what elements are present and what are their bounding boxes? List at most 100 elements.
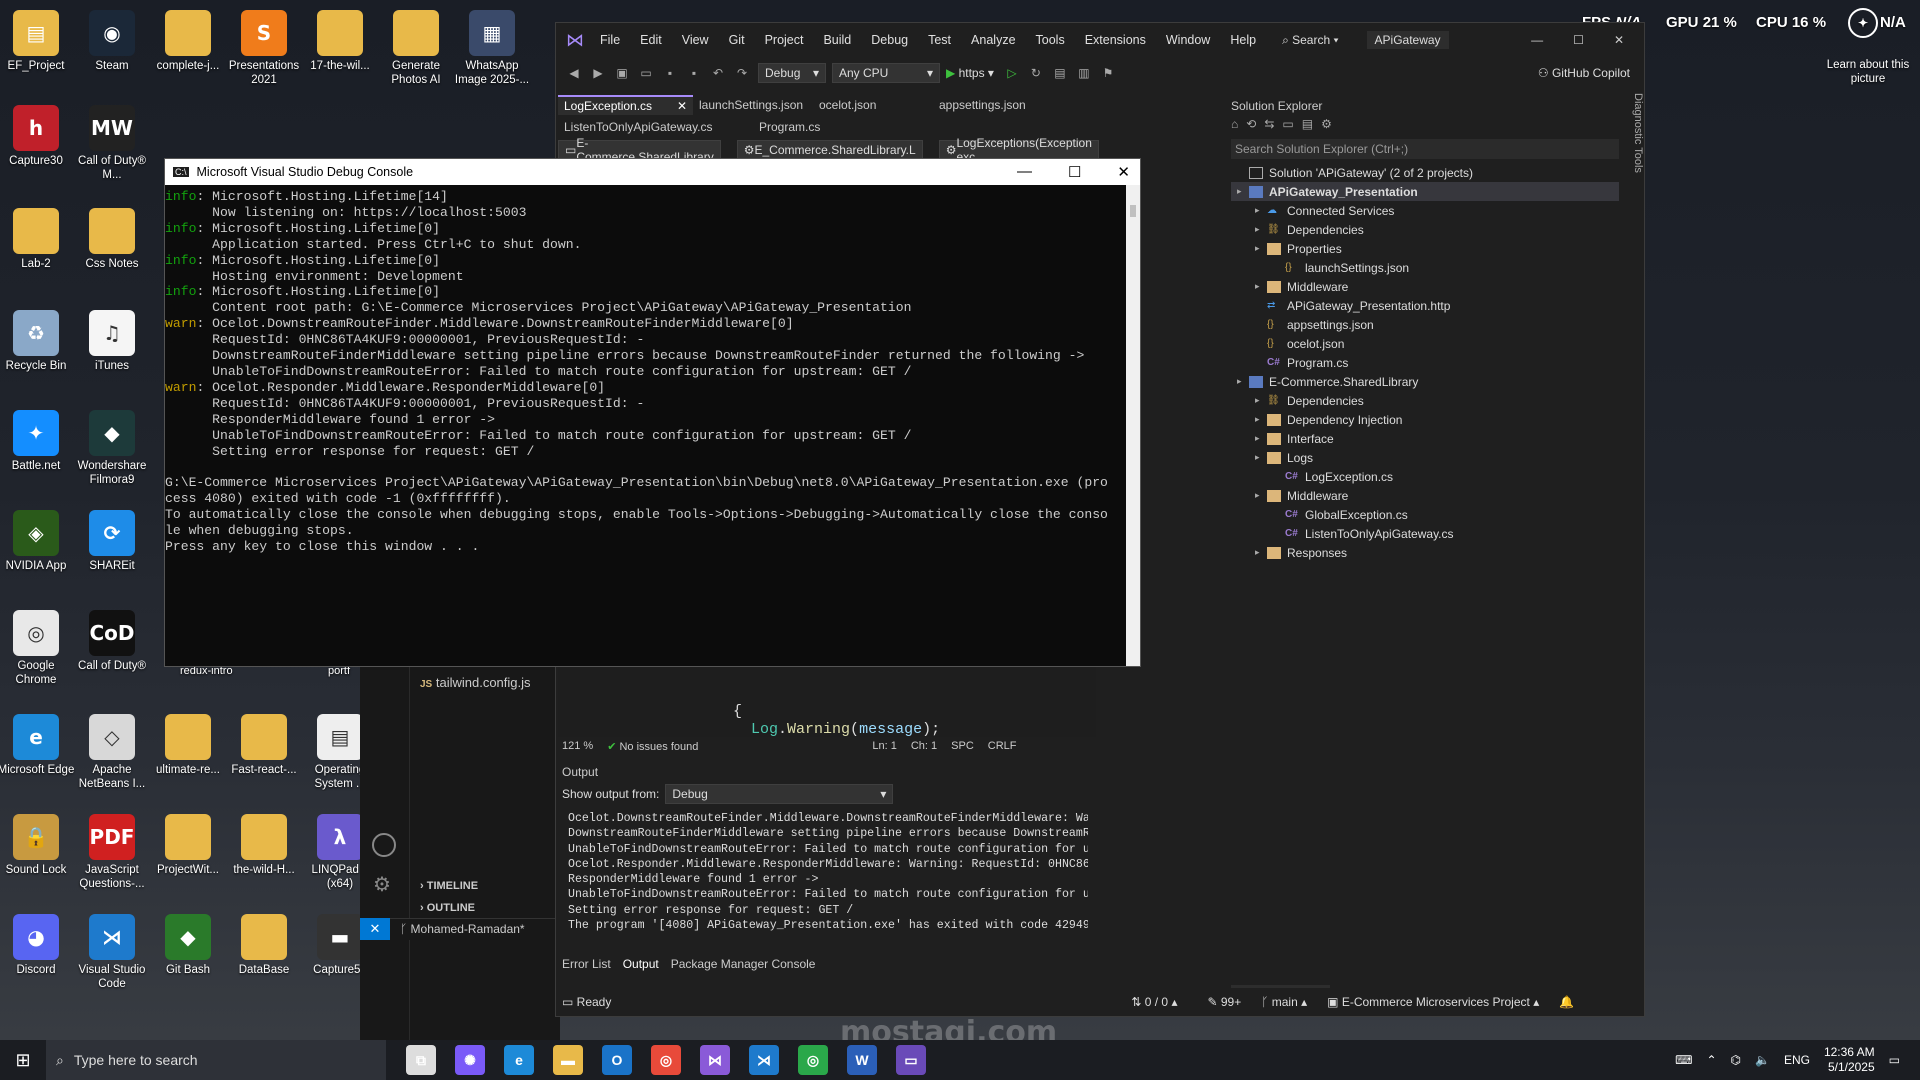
minimize-icon[interactable]: —	[1531, 33, 1543, 47]
new-project-icon[interactable]: ▣	[614, 65, 630, 81]
solution-tree-item[interactable]: ▸ Properties	[1231, 239, 1619, 258]
desktop-icon[interactable]: complete-j...	[150, 10, 226, 73]
desktop-icon[interactable]: ◉ Steam	[74, 10, 150, 73]
save-icon[interactable]: ▪	[662, 65, 678, 81]
editor-tab[interactable]: ocelot.json	[813, 95, 933, 115]
desktop-icon[interactable]: ⟳ SHAREit	[74, 510, 150, 573]
copilot-icon[interactable]: ✺	[455, 1045, 485, 1075]
visual-studio-icon[interactable]: ⋈	[700, 1045, 730, 1075]
desktop-icon[interactable]: 17-the-wil...	[302, 10, 378, 73]
solution-tree-item[interactable]: {} ocelot.json	[1231, 334, 1619, 353]
vs-search-button[interactable]: ⌕ Search ▾	[1282, 33, 1338, 48]
close-icon[interactable]: ✕	[1614, 33, 1624, 47]
nav-member-dropdown[interactable]: ⚙ LogExceptions(Exception exc	[938, 136, 1099, 164]
github-copilot-button[interactable]: ⚇ GitHub Copilot	[1538, 66, 1630, 80]
chrome-2-icon[interactable]: ◎	[798, 1045, 828, 1075]
solution-tree-item[interactable]: ▸ ⛓ Dependencies	[1231, 220, 1619, 239]
desktop-icon[interactable]: Generate Photos AI	[378, 10, 454, 87]
timeline-section[interactable]: › TIMELINE	[420, 880, 478, 892]
desktop-icon[interactable]: ◎ Google Chrome	[0, 610, 74, 687]
vscode-icon[interactable]: ⋊	[749, 1045, 779, 1075]
desktop-icon[interactable]: Css Notes	[74, 208, 150, 271]
solution-tree-item[interactable]: ▸ Responses	[1231, 543, 1619, 562]
menu-item-git[interactable]: Git	[729, 33, 745, 47]
menu-item-build[interactable]: Build	[823, 33, 851, 47]
keyboard-icon[interactable]: ⌨	[1675, 1053, 1692, 1067]
zoom-level[interactable]: 121 %	[562, 740, 593, 752]
word-icon[interactable]: W	[847, 1045, 877, 1075]
expand-chevron-icon[interactable]: ▸	[1255, 243, 1267, 254]
solution-tree-item[interactable]: ▸ ⛓ Dependencies	[1231, 391, 1619, 410]
solution-tree-item[interactable]: C# ListenToOnlyApiGateway.cs	[1231, 524, 1619, 543]
diagnostic-tools-tab[interactable]: Diagnostic Tools	[1626, 93, 1644, 243]
menu-item-analyze[interactable]: Analyze	[971, 33, 1015, 47]
file-explorer-icon[interactable]: ▬	[553, 1045, 583, 1075]
solution-tree-item[interactable]: C# Program.cs	[1231, 353, 1619, 372]
solution-tree-item[interactable]: Solution 'APiGateway' (2 of 2 projects)	[1231, 163, 1619, 182]
solution-tree-item[interactable]: ▸ Dependency Injection	[1231, 410, 1619, 429]
close-icon[interactable]: ✕	[1117, 163, 1130, 181]
expand-chevron-icon[interactable]: ▸	[1255, 414, 1267, 425]
expand-chevron-icon[interactable]: ▸	[1255, 281, 1267, 292]
maximize-icon[interactable]: ☐	[1068, 163, 1081, 181]
config-dropdown[interactable]: Debug ▾	[758, 63, 826, 83]
learn-about-picture[interactable]: Learn about this picture	[1822, 58, 1914, 86]
solution-tree-item[interactable]: ▸ APiGateway_Presentation	[1231, 182, 1619, 201]
maximize-icon[interactable]: ☐	[1573, 33, 1584, 47]
expand-chevron-icon[interactable]: ▸	[1255, 224, 1267, 235]
undo-icon[interactable]: ↶	[710, 65, 726, 81]
hot-reload-icon[interactable]: ↻	[1028, 65, 1044, 81]
editor-tab[interactable]: ListenToOnlyApiGateway.cs	[558, 117, 753, 137]
expand-chevron-icon[interactable]: ▸	[1237, 376, 1249, 387]
solution-tree-item[interactable]: ▸ ☁ Connected Services	[1231, 201, 1619, 220]
settings-gear-icon[interactable]: ⚙	[373, 872, 391, 897]
redo-icon[interactable]: ↷	[734, 65, 750, 81]
outline-section[interactable]: › OUTLINE	[420, 902, 475, 914]
spacing-mode[interactable]: SPC	[951, 740, 974, 752]
network-icon[interactable]: ⌬	[1731, 1053, 1741, 1067]
vscode-file-item[interactable]: JS tailwind.config.js	[420, 675, 531, 690]
notifications-icon[interactable]: 🔔	[1559, 995, 1574, 1009]
desktop-icon[interactable]: e Microsoft Edge	[0, 714, 74, 777]
notification-center-icon[interactable]: ▭	[1889, 1053, 1900, 1067]
save-all-icon[interactable]: ▪	[686, 65, 702, 81]
solution-tree-item[interactable]: {} launchSettings.json	[1231, 258, 1619, 277]
console-scrollbar[interactable]	[1126, 185, 1140, 666]
account-icon[interactable]	[372, 833, 396, 857]
desktop-icon[interactable]: ultimate-re...	[150, 714, 226, 777]
toolbar-icon[interactable]: ▥	[1076, 65, 1092, 81]
menu-item-view[interactable]: View	[682, 33, 709, 47]
solution-tree-item[interactable]: C# LogException.cs	[1231, 467, 1619, 486]
menu-item-extensions[interactable]: Extensions	[1085, 33, 1146, 47]
editor-tab[interactable]: Program.cs	[753, 117, 903, 137]
editor-tab[interactable]: launchSettings.json	[693, 95, 813, 115]
expand-chevron-icon[interactable]: ▸	[1255, 452, 1267, 463]
output-source-dropdown[interactable]: Debug ▾	[665, 784, 894, 804]
open-icon[interactable]: ▭	[638, 65, 654, 81]
editor-tab[interactable]: appsettings.json	[933, 95, 1053, 115]
platform-dropdown[interactable]: Any CPU ▾	[832, 63, 940, 83]
desktop-icon[interactable]: ◇ Apache NetBeans I...	[74, 714, 150, 791]
desktop-icon[interactable]: Fast-react-...	[226, 714, 302, 777]
expand-chevron-icon[interactable]: ▸	[1255, 395, 1267, 406]
expand-chevron-icon[interactable]: ▸	[1255, 547, 1267, 558]
editor-tab[interactable]: LogException.cs ✕	[558, 95, 693, 115]
bottom-tab[interactable]: Error List	[562, 957, 611, 971]
desktop-icon[interactable]: ▤ EF_Project	[0, 10, 74, 73]
desktop-icon[interactable]: DataBase	[226, 914, 302, 977]
line-ending[interactable]: CRLF	[988, 740, 1017, 752]
taskbar-search-input[interactable]: ⌕ Type here to search	[46, 1040, 386, 1080]
desktop-icon[interactable]: the-wild-H...	[226, 814, 302, 877]
volume-icon[interactable]: 🔈	[1755, 1053, 1770, 1067]
bottom-tab[interactable]: Package Manager Console	[671, 957, 816, 971]
solution-tree-item[interactable]: ▸ Middleware	[1231, 277, 1619, 296]
solution-tree-item[interactable]: ▸ Middleware	[1231, 486, 1619, 505]
git-updown[interactable]: ⇅ 0 / 0 ▴	[1131, 995, 1177, 1009]
desktop-icon[interactable]: S Presentations 2021	[226, 10, 302, 87]
start-without-debug-icon[interactable]: ▷	[1004, 65, 1020, 81]
nav-project-dropdown[interactable]: ▭ E-Commerce.SharedLibrary	[558, 136, 721, 164]
expand-chevron-icon[interactable]: ▸	[1237, 186, 1249, 197]
desktop-icon[interactable]: CoD Call of Duty®	[74, 610, 150, 673]
desktop-icon[interactable]: ProjectWit...	[150, 814, 226, 877]
language-indicator[interactable]: ENG	[1784, 1053, 1810, 1067]
